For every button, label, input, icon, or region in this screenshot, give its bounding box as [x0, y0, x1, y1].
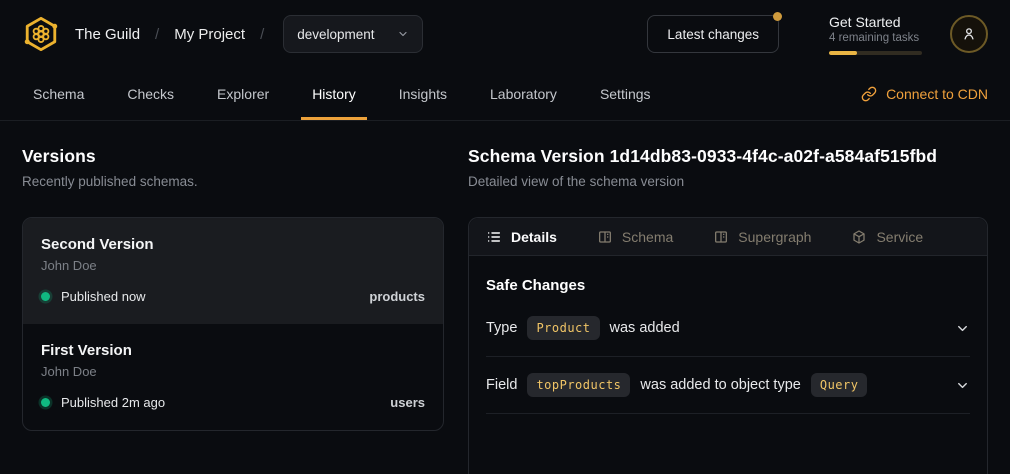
- get-started-progressbar: [829, 51, 922, 55]
- tab-insights[interactable]: Insights: [388, 68, 458, 120]
- change-row[interactable]: Type Product was added: [486, 300, 970, 357]
- version-title: First Version: [41, 342, 425, 359]
- version-status: Published now: [61, 289, 146, 304]
- connect-to-cdn-label: Connect to CDN: [886, 86, 988, 102]
- schema-version-detail: Details Schema: [468, 217, 988, 474]
- version-title: Second Version: [41, 236, 425, 253]
- user-icon: [960, 25, 978, 43]
- tab-details[interactable]: Details: [486, 229, 557, 245]
- tab-label: Details: [511, 229, 557, 245]
- tab-label: Schema: [622, 229, 673, 245]
- tab-history[interactable]: History: [301, 68, 367, 120]
- get-started-subtitle: 4 remaining tasks: [829, 32, 922, 44]
- latest-changes-button[interactable]: Latest changes: [647, 15, 779, 53]
- list-icon: [486, 229, 502, 245]
- changes-section: Safe Changes Type Product was added Fiel…: [469, 277, 987, 414]
- breadcrumb-separator: /: [155, 26, 159, 43]
- tab-label: Service: [876, 229, 923, 245]
- nav-tabs: Schema Checks Explorer History Insights …: [22, 68, 683, 120]
- breadcrumb-separator: /: [260, 26, 264, 43]
- tab-schema-view[interactable]: Schema: [597, 229, 673, 245]
- tab-label: Supergraph: [738, 229, 811, 245]
- code-badge: Product: [527, 316, 599, 340]
- change-prefix: Field: [486, 377, 517, 393]
- hive-logo-icon[interactable]: [22, 15, 60, 53]
- columns-icon: [713, 229, 729, 245]
- get-started-widget[interactable]: Get Started 4 remaining tasks: [829, 14, 922, 55]
- versions-title: Versions: [22, 146, 444, 167]
- chevron-down-icon[interactable]: [955, 378, 970, 393]
- change-row[interactable]: Field topProducts was added to object ty…: [486, 357, 970, 414]
- version-service: users: [390, 395, 425, 410]
- published-status-icon: [41, 398, 50, 407]
- cube-icon: [851, 229, 867, 245]
- tab-laboratory[interactable]: Laboratory: [479, 68, 568, 120]
- version-list-item[interactable]: Second Version John Doe Published now pr…: [23, 218, 443, 324]
- top-header: The Guild / My Project / development Lat…: [0, 0, 1010, 68]
- tab-service[interactable]: Service: [851, 229, 923, 245]
- breadcrumb: The Guild / My Project / development: [22, 15, 423, 53]
- columns-icon: [597, 229, 613, 245]
- target-selector-dropdown[interactable]: development: [283, 15, 422, 53]
- chevron-down-icon[interactable]: [955, 321, 970, 336]
- user-avatar[interactable]: [950, 15, 988, 53]
- tab-checks[interactable]: Checks: [116, 68, 185, 120]
- change-middle: was added to object type: [640, 377, 800, 393]
- change-suffix: was added: [610, 320, 680, 336]
- version-service: products: [369, 289, 425, 304]
- header-actions: Latest changes Get Started 4 remaining t…: [647, 14, 988, 55]
- schema-version-subtitle: Detailed view of the schema version: [468, 174, 988, 189]
- latest-changes-label: Latest changes: [667, 27, 759, 42]
- version-meta: Published now products: [41, 289, 425, 304]
- tab-explorer[interactable]: Explorer: [206, 68, 280, 120]
- link-icon: [861, 86, 877, 102]
- safe-changes-heading: Safe Changes: [486, 277, 970, 294]
- version-list-item[interactable]: First Version John Doe Published 2m ago …: [23, 324, 443, 430]
- target-selector-value: development: [297, 27, 374, 42]
- tab-supergraph[interactable]: Supergraph: [713, 229, 811, 245]
- get-started-progress-fill: [829, 51, 857, 55]
- versions-subtitle: Recently published schemas.: [22, 174, 444, 189]
- versions-panel: Versions Recently published schemas. Sec…: [22, 121, 444, 474]
- change-prefix: Type: [486, 320, 517, 336]
- code-badge: topProducts: [527, 373, 630, 397]
- version-author: John Doe: [41, 258, 425, 273]
- get-started-title: Get Started: [829, 14, 922, 30]
- version-status: Published 2m ago: [61, 395, 165, 410]
- detail-tabs: Details Schema: [469, 218, 987, 256]
- connect-to-cdn-button[interactable]: Connect to CDN: [861, 68, 988, 120]
- version-meta: Published 2m ago users: [41, 395, 425, 410]
- version-author: John Doe: [41, 364, 425, 379]
- published-status-icon: [41, 292, 50, 301]
- project-name[interactable]: My Project: [174, 26, 245, 43]
- tab-schema[interactable]: Schema: [22, 68, 95, 120]
- schema-version-title: Schema Version 1d14db83-0933-4f4c-a02f-a…: [468, 146, 988, 167]
- main-content: Versions Recently published schemas. Sec…: [0, 121, 1010, 474]
- org-name[interactable]: The Guild: [75, 26, 140, 43]
- notification-dot: [773, 12, 782, 21]
- schema-version-panel: Schema Version 1d14db83-0933-4f4c-a02f-a…: [468, 121, 988, 474]
- versions-list: Second Version John Doe Published now pr…: [22, 217, 444, 431]
- tab-settings[interactable]: Settings: [589, 68, 662, 120]
- project-nav: Schema Checks Explorer History Insights …: [0, 68, 1010, 121]
- chevron-down-icon: [397, 28, 409, 40]
- code-badge: Query: [811, 373, 868, 397]
